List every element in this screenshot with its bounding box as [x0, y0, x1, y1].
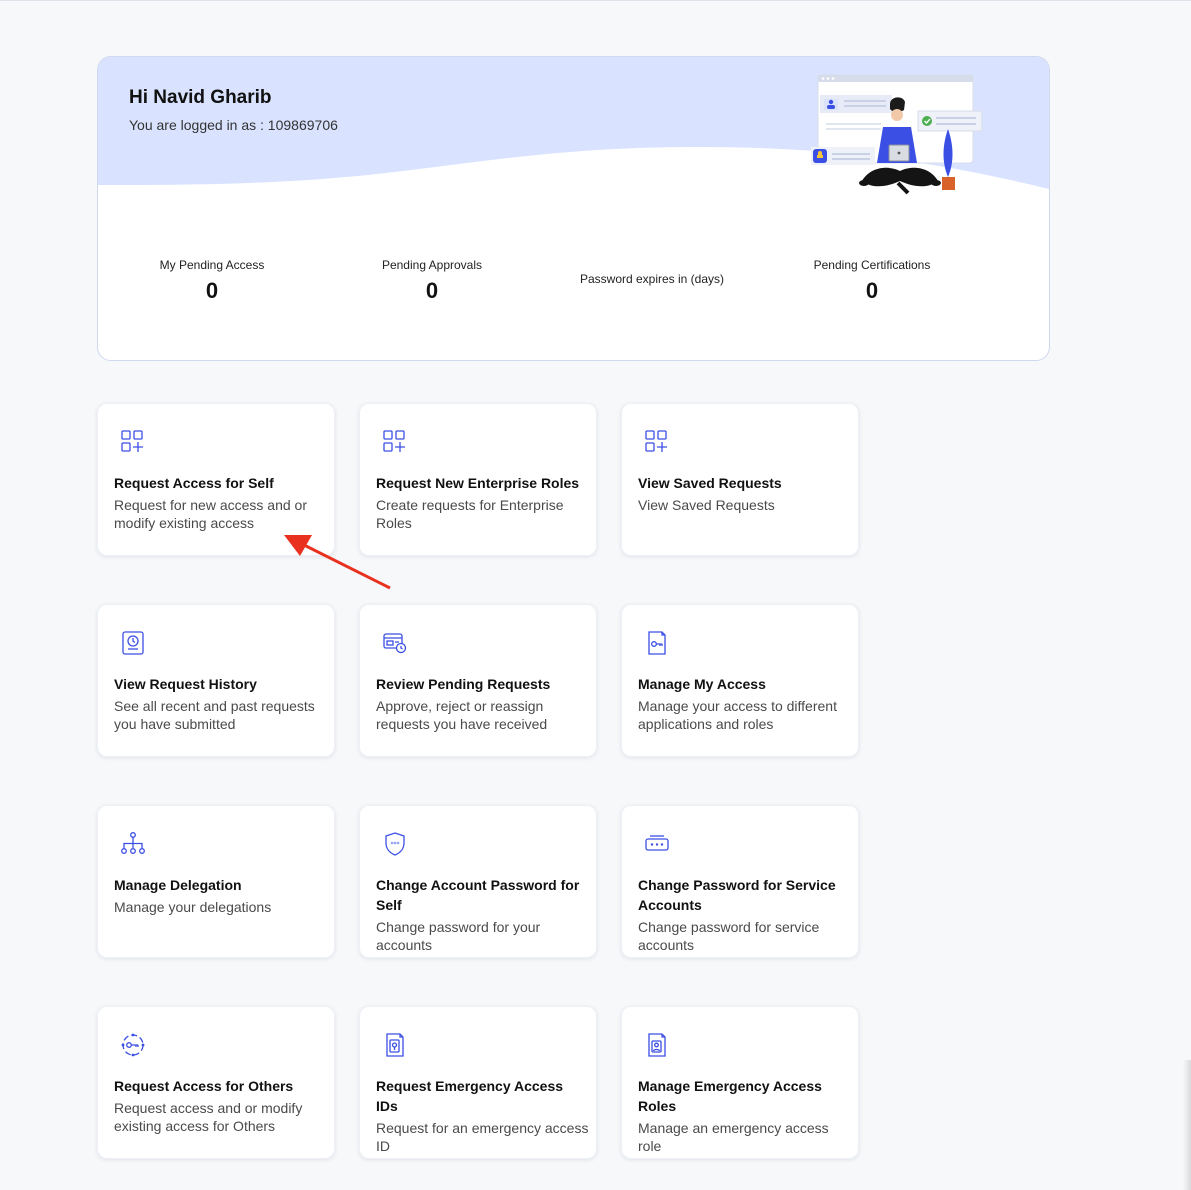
- stat-label: Password expires in (days): [579, 272, 725, 286]
- tile-description: Request for an emergency access ID: [376, 1120, 589, 1154]
- tile-change-password-service-accounts[interactable]: Change Password for Service Accounts Cha…: [621, 805, 859, 958]
- emergency-id-icon: [386, 1033, 404, 1057]
- tile-description: Manage your access to different applicat…: [638, 698, 837, 732]
- tile-title: Change Account Password for Self: [376, 877, 580, 913]
- tile-title: Review Pending Requests: [376, 676, 551, 692]
- tile-description: Create requests for Enterprise Roles: [376, 497, 564, 531]
- grid-plus-icon: [121, 430, 143, 452]
- tile-title: Request New Enterprise Roles: [376, 475, 580, 491]
- tile-request-access-for-others[interactable]: Request Access for Others Request access…: [97, 1006, 335, 1159]
- stat-value: 0: [205, 278, 219, 303]
- org-hierarchy-icon: [121, 832, 145, 854]
- tile-description: View Saved Requests: [638, 497, 775, 513]
- tile-view-saved-requests[interactable]: View Saved Requests View Saved Requests: [621, 403, 859, 556]
- tile-title: Change Password for Service Accounts: [638, 877, 836, 913]
- stat-label: Pending Certifications: [813, 258, 931, 272]
- tile-request-emergency-access-ids[interactable]: Request Emergency Access IDs Request for…: [359, 1006, 597, 1159]
- scroll-edge-shadow: [1183, 1060, 1191, 1190]
- tile-title: Manage My Access: [638, 676, 766, 692]
- tile-manage-delegation[interactable]: Manage Delegation Manage your delegation…: [97, 805, 335, 958]
- welcome-card: Hi Navid Gharib You are logged in as : 1…: [97, 56, 1050, 361]
- tile-title: Request Access for Self: [114, 475, 274, 491]
- history-clock-icon: [122, 631, 144, 655]
- tile-title: Request Emergency Access IDs: [376, 1078, 564, 1114]
- tile-description: Request for new access and or modify exi…: [114, 497, 307, 531]
- emergency-role-icon: [648, 1033, 666, 1057]
- tile-request-access-for-self[interactable]: Request Access for Self Request for new …: [97, 403, 335, 556]
- stat-label: Pending Approvals: [381, 258, 483, 272]
- grid-plus-icon: [383, 430, 405, 452]
- key-card-icon: [648, 631, 666, 655]
- stat-pending-approvals[interactable]: Pending Approvals 0: [337, 258, 527, 304]
- tile-title: Request Access for Others: [114, 1078, 294, 1094]
- grid-plus-icon: [645, 430, 667, 452]
- stat-value: 0: [425, 278, 439, 303]
- tile-title: View Saved Requests: [638, 475, 782, 491]
- greeting-heading: Hi Navid Gharib: [129, 87, 272, 108]
- top-divider: [0, 0, 1191, 1]
- tile-description: Manage an emergency access role: [638, 1120, 829, 1154]
- tile-view-request-history[interactable]: View Request History See all recent and …: [97, 604, 335, 757]
- tile-review-pending-requests[interactable]: Review Pending Requests Approve, reject …: [359, 604, 597, 757]
- stat-label: My Pending Access: [159, 258, 265, 272]
- shield-password-icon: ***: [385, 832, 405, 856]
- stat-password-expiry: Password expires in (days): [557, 272, 747, 292]
- stat-my-pending-access[interactable]: My Pending Access 0: [117, 258, 307, 304]
- tile-description: Approve, reject or reassign requests you…: [376, 698, 548, 732]
- key-circle-icon: [121, 1033, 145, 1057]
- tile-manage-emergency-access-roles[interactable]: Manage Emergency Access Roles Manage an …: [621, 1006, 859, 1159]
- tile-title: View Request History: [114, 676, 257, 692]
- tile-title: Manage Emergency Access Roles: [638, 1078, 822, 1114]
- tile-change-account-password-self[interactable]: *** Change Account Password for Self Cha…: [359, 805, 597, 958]
- stat-value: 0: [865, 278, 879, 303]
- tile-description: Change password for your accounts: [376, 919, 541, 953]
- tile-description: Request access and or modify existing ac…: [114, 1100, 303, 1134]
- pending-review-icon: [383, 633, 407, 654]
- tile-manage-my-access[interactable]: Manage My Access Manage your access to d…: [621, 604, 859, 757]
- tile-description: Change password for service accounts: [638, 919, 820, 953]
- tile-request-new-enterprise-roles[interactable]: Request New Enterprise Roles Create requ…: [359, 403, 597, 556]
- person-laptop-illustration: [811, 74, 983, 195]
- stat-pending-certifications[interactable]: Pending Certifications 0: [777, 258, 967, 304]
- login-info: You are logged in as : 109869706: [129, 117, 338, 133]
- tile-description: See all recent and past requests you hav…: [114, 698, 315, 732]
- svg-text:***: ***: [391, 841, 400, 848]
- password-field-icon: [645, 835, 669, 851]
- tile-description: Manage your delegations: [114, 899, 272, 915]
- tile-title: Manage Delegation: [114, 877, 242, 893]
